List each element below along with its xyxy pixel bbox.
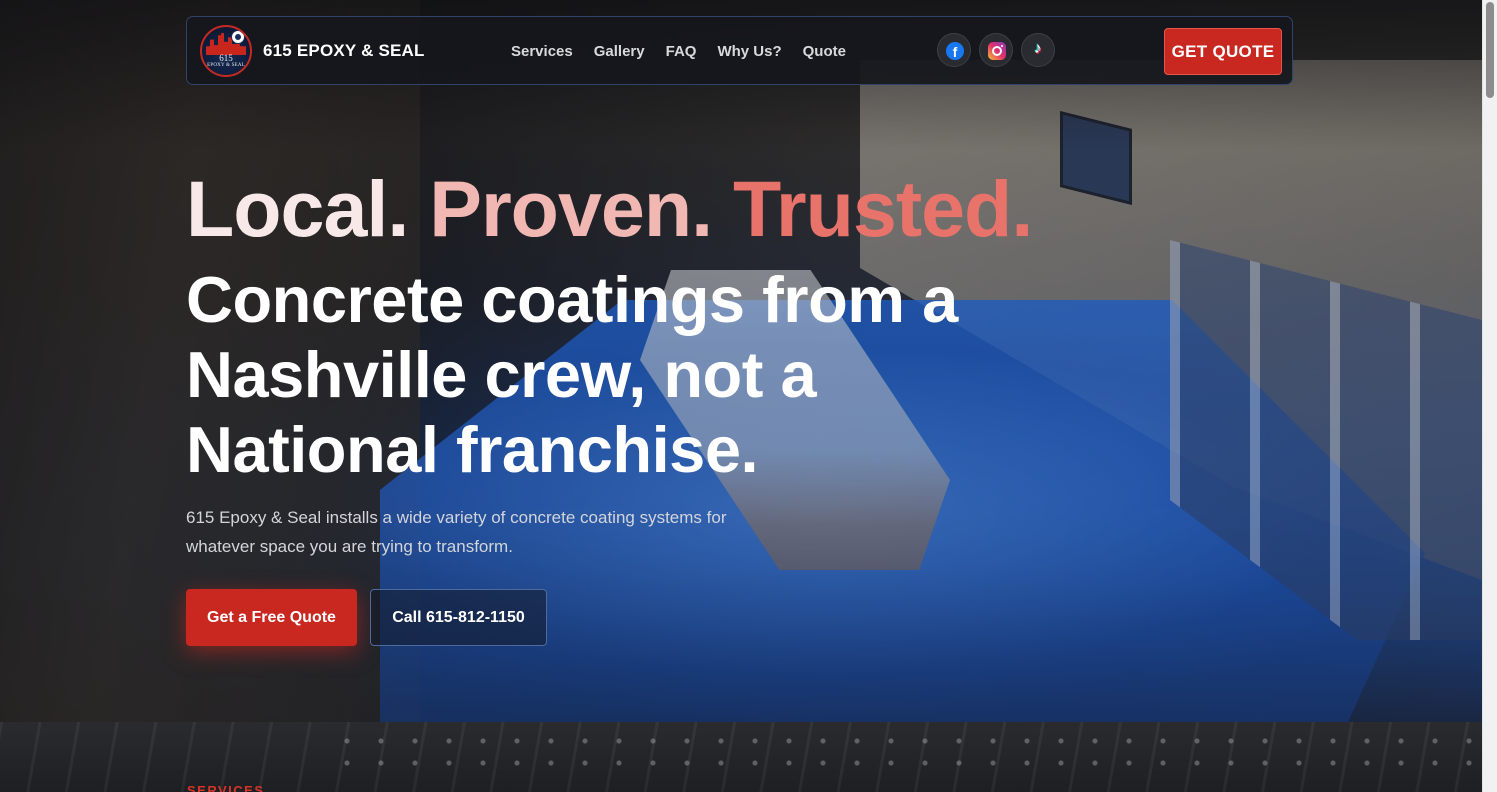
tiktok-icon: ♪	[1034, 40, 1042, 57]
tennessee-star-icon	[231, 30, 245, 44]
nav-link-faq[interactable]: FAQ	[666, 43, 697, 60]
nav-link-quote[interactable]: Quote	[803, 43, 846, 60]
instagram-link[interactable]	[979, 33, 1013, 67]
nav-link-why-us[interactable]: Why Us?	[717, 43, 781, 60]
tagline-trusted: Trusted.	[732, 164, 1033, 253]
services-bg-track-lights	[330, 730, 1480, 780]
tagline-proven: Proven.	[429, 164, 713, 253]
headline-line-1: Concrete coatings from a	[186, 263, 958, 336]
logo-text-number: 615	[219, 53, 233, 63]
services-eyebrow: SERVICES	[187, 783, 265, 792]
facebook-link[interactable]: f	[937, 33, 971, 67]
hero-headline: Concrete coatings from a Nashville crew,…	[186, 262, 1046, 487]
call-phone-button[interactable]: Call 615-812-1150	[370, 589, 547, 646]
tiktok-link[interactable]: ♪	[1021, 33, 1055, 67]
free-quote-button[interactable]: Get a Free Quote	[186, 589, 357, 646]
headline-line-2: Nashville crew, not a	[186, 338, 817, 411]
hero-tagline: Local. Proven. Trusted.	[186, 163, 1033, 255]
navbar: 615 EPOXY & SEAL 615 EPOXY & SEAL Servic…	[186, 16, 1293, 85]
instagram-icon	[988, 42, 1006, 60]
nav-menu: Services Gallery FAQ Why Us? Quote	[511, 43, 867, 60]
hero-subtitle: 615 Epoxy & Seal installs a wide variety…	[186, 508, 727, 556]
scrollbar-thumb[interactable]	[1486, 2, 1494, 98]
logo-text-name: EPOXY & SEAL	[207, 63, 245, 68]
tagline-local: Local.	[186, 164, 409, 253]
nav-link-gallery[interactable]: Gallery	[594, 43, 645, 60]
nav-link-services[interactable]: Services	[511, 43, 573, 60]
services-section: SERVICES	[0, 722, 1482, 792]
brand-name[interactable]: 615 EPOXY & SEAL	[263, 41, 425, 61]
social-links: f ♪	[937, 33, 1055, 67]
page-scrollbar[interactable]	[1482, 0, 1497, 792]
logo[interactable]: 615 EPOXY & SEAL	[200, 25, 252, 77]
headline-line-3: National franchise.	[186, 413, 759, 486]
facebook-icon: f	[946, 42, 964, 60]
get-quote-button[interactable]: GET QUOTE	[1164, 28, 1282, 75]
